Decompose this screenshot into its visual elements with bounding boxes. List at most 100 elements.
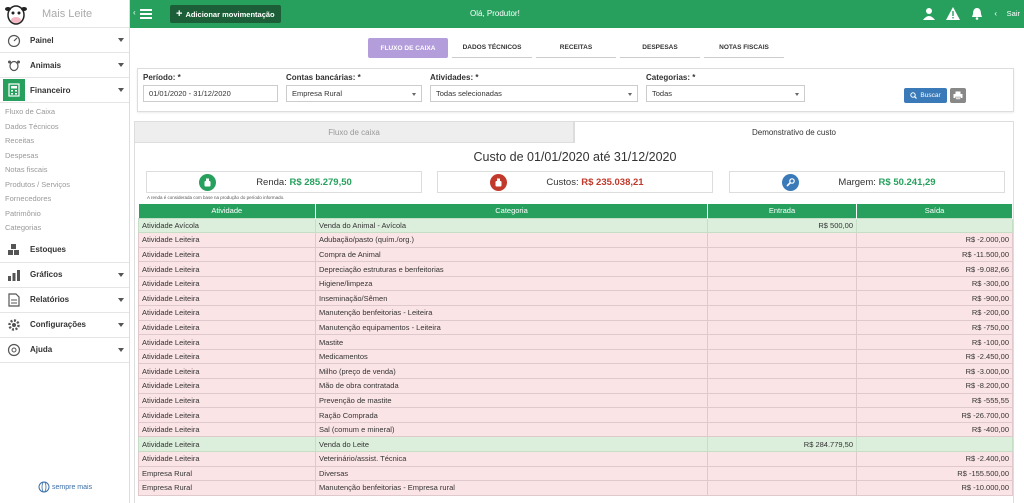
table-row: Atividade Leiteira Manutenção benfeitoria… (138, 305, 1013, 321)
sidebar-item-painel[interactable]: Painel (0, 28, 129, 53)
submenu-dados-tecnicos[interactable]: Dados Técnicos (0, 120, 129, 135)
bell-icon[interactable] (969, 5, 985, 21)
cell-atividade: Atividade Leiteira (138, 246, 316, 263)
cell-saida: R$ -200,00 (856, 305, 1013, 321)
cell-entrada (707, 261, 857, 277)
table-row: Atividade Leiteira Inseminação/Sêmen R$ -9… (138, 290, 1013, 307)
cell-entrada (707, 275, 857, 292)
margem-label: Margem: (838, 176, 876, 188)
report-subtabs: Fluxo de caixa Demonstrativo de custo (134, 121, 1014, 143)
cell-categoria: Manutenção benfeitorias - Leiteira (315, 305, 708, 321)
money-bag-icon (490, 174, 507, 191)
sidebar-item-graficos[interactable]: Gráficos (0, 263, 129, 288)
tab-receitas[interactable]: RECEITAS (536, 38, 616, 58)
sidebar-item-estoques[interactable]: Estoques (0, 238, 129, 263)
atividades-value: Todas selecionadas (436, 89, 502, 98)
tab-despesas[interactable]: DESPESAS (620, 38, 700, 58)
submenu-fluxo-de-caixa[interactable]: Fluxo de Caixa (0, 105, 129, 120)
categorias-select[interactable]: Todas (646, 85, 805, 102)
sidebar-item-animais[interactable]: Animais (0, 53, 129, 78)
cell-entrada (707, 378, 857, 394)
cost-table-body: Atividade Avícola Venda do Animal - Avíco… (138, 217, 1013, 496)
periodo-input[interactable]: 01/01/2020 - 31/12/2020 (143, 85, 278, 102)
cell-categoria: Prevenção de mastite (315, 392, 708, 409)
calculator-icon (3, 79, 25, 101)
submenu-fornecedores[interactable]: Fornecedores (0, 192, 129, 207)
cell-entrada (707, 451, 857, 467)
table-row: Atividade Leiteira Compra de Animal R$ -11… (138, 246, 1013, 263)
cell-atividade: Atividade Leiteira (138, 334, 316, 350)
search-button-label: Buscar (920, 92, 941, 99)
submenu-categorias[interactable]: Categorias (0, 221, 129, 236)
contas-value: Empresa Rural (292, 89, 343, 98)
table-row: Atividade Avícola Venda do Animal - Avíco… (138, 217, 1013, 234)
atividades-label: Atividades: * (430, 73, 479, 82)
cell-saida: R$ -2.000,00 (856, 232, 1013, 248)
cell-atividade: Empresa Rural (138, 465, 316, 482)
help-icon (3, 339, 25, 361)
cell-saida: R$ -900,00 (856, 290, 1013, 307)
submenu-patrimonio[interactable]: Patrimônio (0, 207, 129, 222)
cell-saida: R$ -100,00 (856, 334, 1013, 350)
speedometer-icon (3, 29, 25, 51)
cell-atividade: Atividade Leiteira (138, 363, 316, 380)
tab-dados-tecnicos[interactable]: DADOS TÉCNICOS (452, 38, 532, 58)
brand[interactable]: Mais Leite (0, 0, 129, 28)
cell-saida: R$ -750,00 (856, 319, 1013, 336)
greeting: Olá, Produtor! (470, 9, 520, 18)
table-row: Atividade Leiteira Higiene/limpeza R$ -300… (138, 275, 1013, 292)
subtab-fluxo-de-caixa[interactable]: Fluxo de caixa (134, 121, 574, 143)
warning-icon[interactable] (945, 5, 961, 21)
contas-select[interactable]: Empresa Rural (286, 85, 422, 102)
brand-name: Mais Leite (42, 7, 93, 20)
collapse-arrow-icon[interactable]: ‹ (133, 8, 136, 17)
report-title: Custo de 01/01/2020 até 31/12/2020 (473, 150, 677, 164)
cell-saida: R$ -8.200,00 (856, 378, 1013, 394)
chevron-down-icon (118, 322, 124, 327)
table-row: Atividade Leiteira Adubação/pasto (quím./… (138, 232, 1013, 248)
subtab-demonstrativo-de-custo[interactable]: Demonstrativo de custo (574, 121, 1014, 143)
main-tabs: FLUXO DE CAIXA DADOS TÉCNICOS RECEITAS D… (368, 38, 784, 58)
cell-atividade: Atividade Leiteira (138, 275, 316, 292)
sidebar-item-configuracoes[interactable]: Configurações (0, 313, 129, 338)
sidebar-item-financeiro[interactable]: Financeiro (0, 78, 129, 103)
table-row: Atividade Leiteira Veterinário/assist. Té… (138, 451, 1013, 467)
cell-atividade: Atividade Avícola (138, 217, 316, 234)
column-header-entrada: Entrada (707, 204, 857, 218)
sidebar-item-ajuda[interactable]: Ajuda (0, 338, 129, 363)
cell-entrada (707, 407, 857, 423)
cell-atividade: Atividade Leiteira (138, 451, 316, 467)
add-movement-button[interactable]: + Adicionar movimentação (170, 5, 281, 23)
tab-fluxo-de-caixa[interactable]: FLUXO DE CAIXA (368, 38, 448, 58)
sidebar-item-relatorios[interactable]: Relatórios (0, 288, 129, 313)
cell-atividade: Atividade Leiteira (138, 407, 316, 423)
globe-icon (38, 481, 50, 493)
user-icon[interactable] (921, 5, 937, 21)
submenu-despesas[interactable]: Despesas (0, 149, 129, 164)
submenu-notas-fiscais[interactable]: Notas fiscais (0, 163, 129, 178)
cell-entrada (707, 348, 857, 365)
tab-notas-fiscais[interactable]: NOTAS FISCAIS (704, 38, 784, 58)
cell-entrada: R$ 284.779,50 (707, 436, 857, 452)
sidebar-item-label: Ajuda (30, 345, 53, 354)
atividades-select[interactable]: Todas selecionadas (430, 85, 638, 102)
submenu-produtos-servicos[interactable]: Produtos / Serviços (0, 178, 129, 193)
table-row: Atividade Leiteira Milho (preço de venda)… (138, 363, 1013, 380)
cell-saida: R$ -300,00 (856, 275, 1013, 292)
cell-entrada (707, 421, 857, 438)
cell-entrada (707, 392, 857, 409)
chevron-down-icon (412, 93, 416, 96)
table-row: Empresa Rural Diversas R$ -155.500,00 (138, 465, 1013, 482)
hamburger-menu-icon[interactable] (140, 9, 152, 21)
table-row: Atividade Leiteira Depreciação estruturas… (138, 261, 1013, 277)
sidebar: Mais Leite Painel Animais Financeiro Flu… (0, 0, 130, 503)
logout-link[interactable]: Sair (1007, 9, 1020, 18)
margem-card: Margem: R$ 50.241,29 (729, 171, 1005, 193)
chevron-down-icon (118, 272, 124, 277)
cell-atividade: Atividade Leiteira (138, 348, 316, 365)
print-button[interactable] (950, 88, 966, 103)
cell-categoria: Inseminação/Sêmen (315, 290, 708, 307)
cell-saida: R$ -2.400,00 (856, 451, 1013, 467)
submenu-receitas[interactable]: Receitas (0, 134, 129, 149)
search-button[interactable]: Buscar (904, 88, 947, 103)
